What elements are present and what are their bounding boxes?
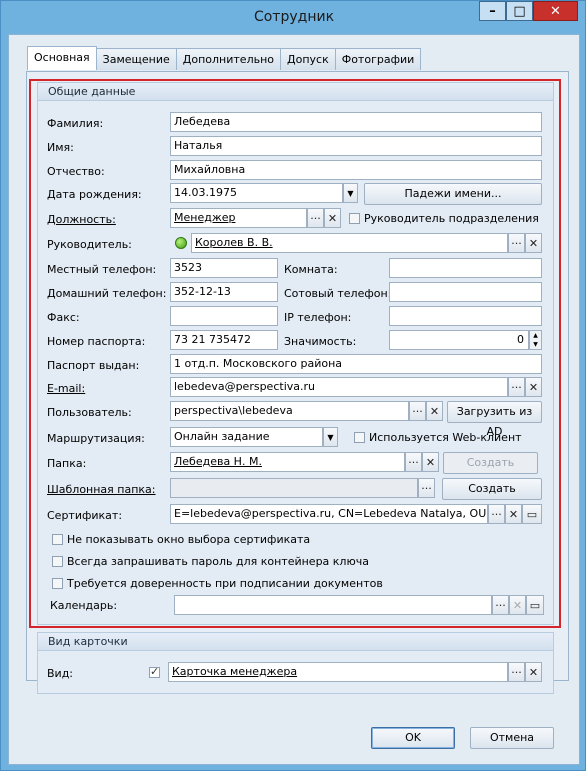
ellipsis-icon[interactable]: ··· <box>409 401 426 421</box>
importance-input[interactable]: 0 <box>389 330 529 350</box>
clear-icon[interactable]: ✕ <box>422 452 439 472</box>
opt-ask-password-checkbox[interactable] <box>52 556 63 567</box>
opt-power-of-attorney-checkbox[interactable] <box>52 578 63 589</box>
view-link[interactable]: Карточка менеджера <box>172 665 297 678</box>
minimize-button[interactable]: – <box>479 1 506 21</box>
tab-substitution[interactable]: Замещение <box>95 48 177 70</box>
tab-photos[interactable]: Фотографии <box>334 48 422 70</box>
calendar-input[interactable] <box>174 595 492 615</box>
ellipsis-icon[interactable]: ··· <box>508 377 525 397</box>
ip-phone-label: IP телефон: <box>284 311 352 324</box>
ok-button[interactable]: OK <box>371 727 455 749</box>
ellipsis-icon[interactable]: ··· <box>307 208 324 228</box>
mobile-input[interactable] <box>389 282 542 302</box>
opt-ask-password-label: Всегда запрашивать пароль для контейнера… <box>67 555 369 568</box>
load-ad-button[interactable]: Загрузить из AD <box>447 401 542 438</box>
clear-icon[interactable]: ✕ <box>505 504 522 524</box>
ellipsis-icon[interactable]: ··· <box>508 662 525 682</box>
view-label: Вид: <box>47 667 74 680</box>
clear-icon[interactable]: ✕ <box>525 233 542 253</box>
ellipsis-icon[interactable]: ··· <box>488 504 505 524</box>
close-button[interactable]: ✕ <box>533 1 578 21</box>
folder-link[interactable]: Лебедева Н. М. <box>174 455 262 468</box>
ellipsis-icon[interactable]: ··· <box>418 478 435 498</box>
status-online-icon <box>175 237 187 249</box>
routing-label: Маршрутизация: <box>47 432 145 445</box>
head-dept-label: Руководитель подразделения <box>364 212 539 225</box>
ip-phone-input[interactable] <box>389 306 542 326</box>
home-phone-label: Домашний телефон: <box>47 287 167 300</box>
manager-label: Руководитель: <box>47 238 132 251</box>
tab-additional[interactable]: Дополнительно <box>175 48 282 70</box>
calendar-label: Календарь: <box>50 599 118 612</box>
room-input[interactable] <box>389 258 542 278</box>
clear-icon[interactable]: ✕ <box>509 595 526 615</box>
passport-issued-label: Паспорт выдан: <box>47 359 140 372</box>
tab-main[interactable]: Основная <box>27 46 97 70</box>
create-button[interactable]: Создать <box>443 452 538 474</box>
importance-label: Значимость: <box>284 335 357 348</box>
patronymic-input[interactable]: Михайловна <box>170 160 542 180</box>
view-checkbox[interactable] <box>149 665 160 678</box>
routing-select[interactable]: Онлайн задание <box>170 427 323 447</box>
calendar-view-icon[interactable]: ▭ <box>526 595 544 615</box>
local-phone-label: Местный телефон: <box>47 263 157 276</box>
email-label: E-mail: <box>47 382 86 395</box>
birth-date-label: Дата рождения: <box>47 188 142 201</box>
web-client-checkbox[interactable] <box>354 432 365 443</box>
fax-input[interactable] <box>170 306 278 326</box>
last-name-label: Фамилия: <box>47 117 104 130</box>
clear-icon[interactable]: ✕ <box>525 377 542 397</box>
template-folder-label: Шаблонная папка: <box>47 483 156 496</box>
tab-access[interactable]: Допуск <box>280 48 336 70</box>
opt-power-of-attorney-label: Требуется доверенность при подписании до… <box>67 577 383 590</box>
ellipsis-icon[interactable]: ··· <box>508 233 525 253</box>
folder-label: Папка: <box>47 457 87 470</box>
group-header: Вид карточки <box>38 633 553 651</box>
spin-buttons[interactable]: ▲ ▼ <box>529 330 542 350</box>
home-phone-input[interactable]: 352-12-13 <box>170 282 278 302</box>
last-name-input[interactable]: Лебедева <box>170 112 542 132</box>
mobile-label: Сотовый телефон: <box>284 287 392 300</box>
patronymic-label: Отчество: <box>47 165 105 178</box>
cancel-button[interactable]: Отмена <box>470 727 554 749</box>
manager-link[interactable]: Королев В. В. <box>195 236 273 249</box>
user-label: Пользователь: <box>47 406 132 419</box>
email-input[interactable]: lebedeva@perspectiva.ru <box>170 377 508 397</box>
create-delegate-button[interactable]: Создать делегат <box>442 478 542 515</box>
certificate-view-icon[interactable]: ▭ <box>522 504 542 524</box>
opt-no-cert-window-label: Не показывать окно выбора сертификата <box>67 533 311 546</box>
passport-label: Номер паспорта: <box>47 335 146 348</box>
client-area: Основная Замещение Дополнительно Допуск … <box>8 34 580 765</box>
chevron-down-icon[interactable]: ▼ <box>343 183 358 203</box>
first-name-input[interactable]: Наталья <box>170 136 542 156</box>
ellipsis-icon[interactable]: ··· <box>492 595 509 615</box>
title-bar[interactable]: Сотрудник – □ ✕ <box>1 1 586 34</box>
opt-no-cert-window-checkbox[interactable] <box>52 534 63 545</box>
maximize-button[interactable]: □ <box>506 1 533 21</box>
birth-date-input[interactable]: 14.03.1975 <box>170 183 343 203</box>
template-folder-input[interactable] <box>170 478 418 498</box>
local-phone-input[interactable]: 3523 <box>170 258 278 278</box>
passport-issued-input[interactable]: 1 отд.п. Московского района <box>170 354 542 374</box>
name-cases-button[interactable]: Падежи имени... <box>364 183 542 205</box>
room-label: Комната: <box>284 263 338 276</box>
fax-label: Факс: <box>47 311 80 324</box>
position-link[interactable]: Менеджер <box>174 211 235 224</box>
tab-strip: Основная Замещение Дополнительно Допуск … <box>27 46 422 70</box>
chevron-down-icon[interactable]: ▼ <box>323 427 338 447</box>
clear-icon[interactable]: ✕ <box>525 662 542 682</box>
certificate-label: Сертификат: <box>47 509 123 522</box>
certificate-input[interactable]: E=lebedeva@perspectiva.ru, CN=Lebedeva N… <box>170 504 488 524</box>
user-input[interactable]: perspectiva\lebedeva <box>170 401 409 421</box>
web-client-label: Используется Web-клиент <box>369 431 522 444</box>
clear-icon[interactable]: ✕ <box>324 208 341 228</box>
passport-input[interactable]: 73 21 735472 <box>170 330 278 350</box>
head-dept-checkbox[interactable] <box>349 213 360 224</box>
first-name-label: Имя: <box>47 141 74 154</box>
clear-icon[interactable]: ✕ <box>426 401 443 421</box>
ellipsis-icon[interactable]: ··· <box>405 452 422 472</box>
dialog-window: Сотрудник – □ ✕ Основная Замещение Допол… <box>0 0 586 771</box>
position-label: Должность: <box>47 213 116 226</box>
